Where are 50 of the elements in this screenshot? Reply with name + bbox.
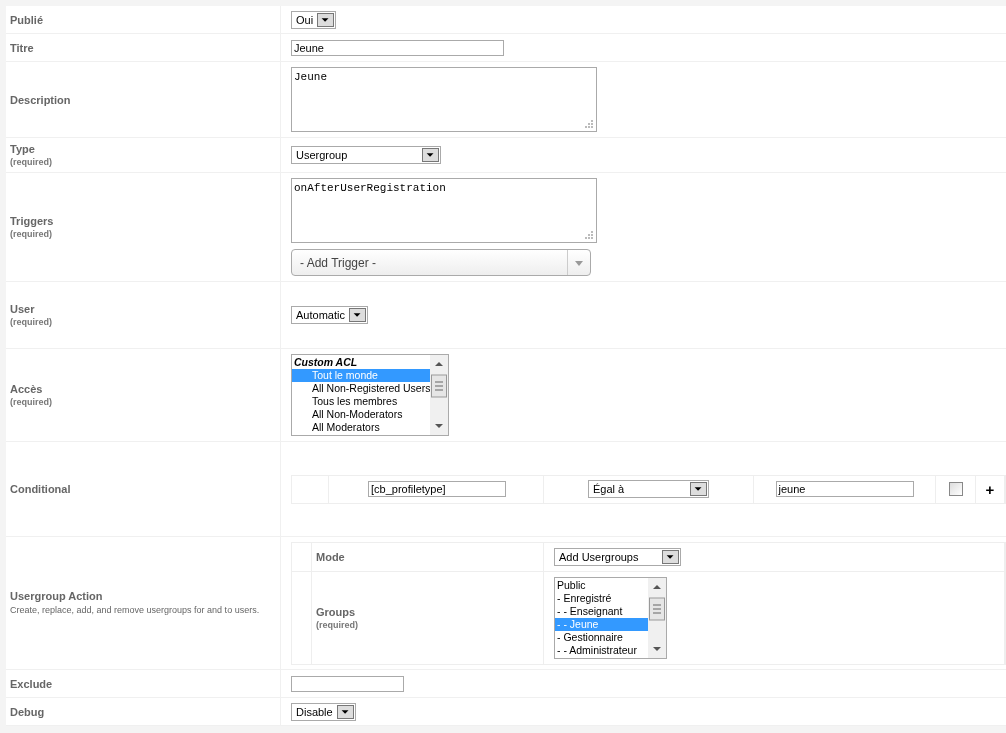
select-field[interactable]: Égal à: [588, 480, 709, 498]
text-input[interactable]: [291, 675, 404, 692]
list-option[interactable]: All Non-Registered Users: [292, 382, 430, 395]
list-option[interactable]: - Gestionnaire: [555, 630, 648, 644]
add-condition-button[interactable]: +: [985, 480, 995, 498]
field-label: User: [10, 303, 36, 315]
list-option[interactable]: - - Administrateur: [555, 643, 648, 657]
field-label: Accès: [10, 383, 44, 395]
list-option[interactable]: Tous les membres: [292, 395, 430, 408]
list-option[interactable]: Public: [555, 578, 648, 592]
checkbox[interactable]: [948, 482, 963, 496]
resize-grip-icon[interactable]: [585, 120, 594, 129]
required-note: (required): [10, 317, 53, 327]
field-label: Debug: [10, 705, 46, 718]
required-note: (required): [10, 157, 53, 167]
field-label: Type: [10, 143, 36, 155]
scrollbar-drawing[interactable]: [648, 577, 666, 658]
field-label: Triggers: [10, 215, 55, 227]
required-note: (required): [10, 397, 53, 407]
add-trigger-dropdown[interactable]: - Add Trigger -: [291, 249, 591, 276]
field-label: Titre: [10, 41, 35, 54]
field-label: Description: [10, 93, 72, 106]
field-label: Publié: [10, 13, 44, 26]
list-option[interactable]: All Moderators: [292, 421, 430, 434]
textarea-field[interactable]: Jeune: [291, 67, 597, 132]
field-label: Conditional: [10, 483, 72, 495]
text-input[interactable]: jeune: [775, 481, 914, 497]
select-field[interactable]: Usergroup: [291, 146, 441, 164]
required-note: (required): [316, 619, 358, 630]
select-field[interactable]: Oui: [291, 10, 337, 29]
field-label: Groups: [316, 605, 356, 618]
select-field[interactable]: Disable: [291, 702, 356, 721]
listbox[interactable]: Custom ACL Tout le monde All Non-Registered Users Tous les membres All Non-Moderators All Moderators: [291, 354, 449, 436]
list-option[interactable]: - Enregistré: [555, 591, 648, 605]
field-description: Create, replace, add, and remove usergroups for and to users.: [10, 604, 261, 617]
text-input[interactable]: [cb_profiletype]: [368, 481, 506, 497]
required-note: (required): [10, 229, 53, 239]
option-group-label: Custom ACL: [293, 356, 359, 369]
list-option[interactable]: All Non-Moderators: [292, 408, 430, 421]
textarea-field[interactable]: onAfterUserRegistration: [291, 178, 597, 243]
field-label: Exclude: [10, 677, 54, 690]
select-field[interactable]: Add Usergroups: [554, 547, 681, 566]
listbox[interactable]: Public - Enregistré - - Enseignant - - Jeune - Gestionnaire - - Administrateur: [554, 576, 667, 659]
list-option[interactable]: - - Enseignant: [555, 604, 648, 618]
field-label: Mode: [316, 550, 345, 563]
field-label: Usergroup Action: [10, 589, 104, 602]
text-input[interactable]: Jeune: [291, 39, 504, 56]
resize-grip-icon[interactable]: [585, 231, 594, 240]
select-field[interactable]: Automatic: [291, 306, 368, 324]
scrollbar-drawing[interactable]: [430, 355, 448, 435]
